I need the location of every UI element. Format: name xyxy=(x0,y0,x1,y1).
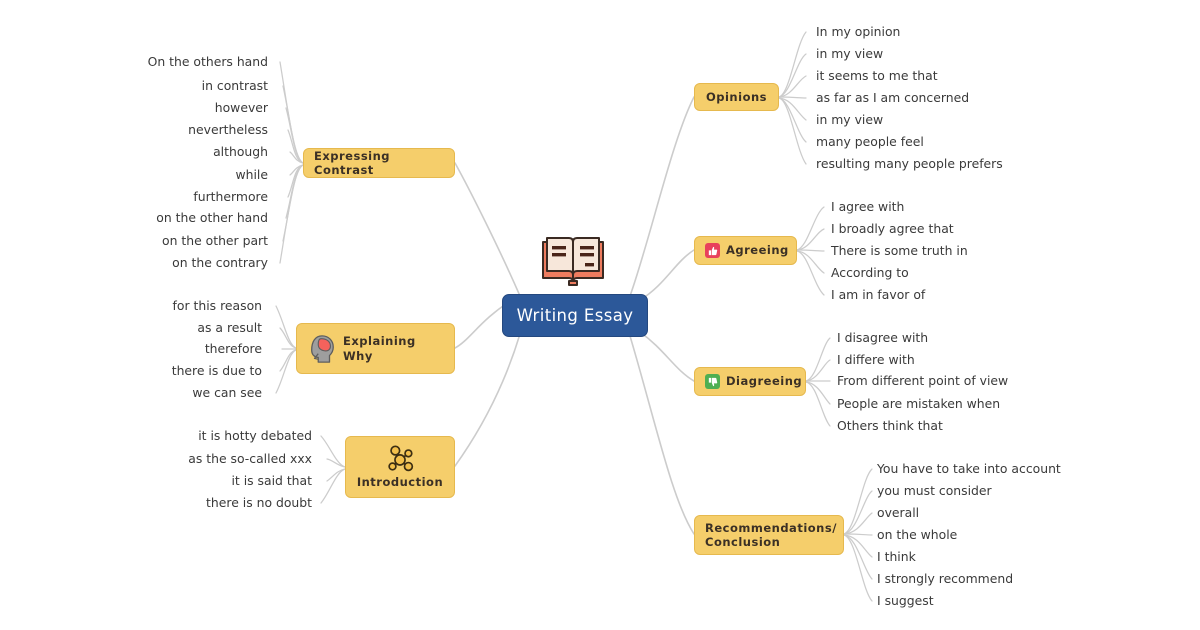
branch-node-agreeing[interactable]: Agreeing xyxy=(694,236,797,265)
leaf-item: it is hotty debated xyxy=(198,427,312,443)
leaf-item: You have to take into account xyxy=(877,460,1061,476)
leaf-item: you must consider xyxy=(877,482,992,498)
mindmap-canvas: Writing Essay Expressing Contrast On the… xyxy=(0,0,1200,630)
leaf-item: as a result xyxy=(197,319,262,335)
leaf-item: it is said that xyxy=(231,472,312,488)
thumbs-down-icon xyxy=(705,374,720,389)
leaf-item: therefore xyxy=(204,340,262,356)
leaf-item: I broadly agree that xyxy=(831,220,954,236)
branch-node-diagreeing[interactable]: Diagreeing xyxy=(694,367,806,396)
leaf-item: resulting many people prefers xyxy=(816,155,1003,171)
branch-node-expressing-contrast[interactable]: Expressing Contrast xyxy=(303,148,455,178)
branch-label-opinions: Opinions xyxy=(705,89,767,104)
branch-label-recommendations-conclusion: Recommendations/ Conclusion xyxy=(705,520,837,549)
edge-center-expressing-contrast xyxy=(454,162,521,297)
branch-label-explaining-why: Explaining Why xyxy=(343,334,416,363)
edge-center-recommendations-conclusion xyxy=(629,335,695,535)
leaf-item: On the others hand xyxy=(147,53,268,69)
edge-center-agreeing xyxy=(639,249,695,301)
branch-label-agreeing: Agreeing xyxy=(726,243,789,258)
branch-node-introduction[interactable]: Introduction xyxy=(345,436,455,498)
leaf-item: while xyxy=(235,166,269,182)
branch-node-recommendations-conclusion[interactable]: Recommendations/ Conclusion xyxy=(694,515,844,555)
leaf-item: although xyxy=(213,143,268,159)
leaf-item: I suggest xyxy=(877,592,934,608)
center-node-label: Writing Essay xyxy=(516,306,634,325)
brain-head-icon xyxy=(307,333,337,365)
leaf-item: on the other hand xyxy=(156,209,268,225)
leaf-item: According to xyxy=(831,264,909,280)
branch-node-explaining-why[interactable]: Explaining Why xyxy=(296,323,455,374)
leaf-item: as the so-called xxx xyxy=(188,450,312,466)
leaf-item: nevertheless xyxy=(188,121,268,137)
branch-label-diagreeing: Diagreeing xyxy=(726,374,803,389)
leaf-item: People are mistaken when xyxy=(837,395,1001,411)
center-node-writing-essay[interactable]: Writing Essay xyxy=(502,294,648,337)
edge-center-diagreeing xyxy=(639,331,695,382)
open-book-icon xyxy=(533,232,613,288)
branch-node-opinions[interactable]: Opinions xyxy=(694,83,779,111)
leaf-item: on the contrary xyxy=(172,254,268,270)
leaf-item: There is some truth in xyxy=(831,242,968,258)
leaf-item: many people feel xyxy=(816,133,924,149)
leaf-item: for this reason xyxy=(172,297,262,313)
leaf-item: I disagree with xyxy=(837,329,929,345)
leaf-item: I think xyxy=(877,548,916,564)
leaf-item: I agree with xyxy=(831,198,905,214)
leaf-item: there is no doubt xyxy=(206,494,312,510)
leaf-item: we can see xyxy=(192,384,262,400)
molecule-network-icon xyxy=(384,445,416,473)
leaf-item: in contrast xyxy=(201,77,268,93)
leaf-item: overall xyxy=(877,504,920,520)
leaf-item: I am in favor of xyxy=(831,286,926,302)
leaf-item: as far as I am concerned xyxy=(816,89,970,105)
leaf-item: there is due to xyxy=(171,362,262,378)
branch-label-introduction: Introduction xyxy=(356,474,444,489)
leaf-item: From different point of view xyxy=(837,372,1009,388)
leaf-item: furthermore xyxy=(193,188,268,204)
thumbs-up-icon xyxy=(705,243,720,258)
branch-label-expressing-contrast: Expressing Contrast xyxy=(314,148,391,177)
leaf-item: it seems to me that xyxy=(816,67,938,83)
leaf-item: in my view xyxy=(816,111,884,127)
leaf-item: on the other part xyxy=(161,232,268,248)
leaf-item: in my view xyxy=(816,45,884,61)
leaf-item: Others think that xyxy=(837,417,943,433)
leaf-item: In my opinion xyxy=(816,23,901,39)
leaf-item: however xyxy=(214,99,268,115)
edge-center-opinions xyxy=(629,96,695,297)
leaf-item: I strongly recommend xyxy=(877,570,1014,586)
leaf-item: I differe with xyxy=(837,351,915,367)
edge-center-introduction xyxy=(454,333,521,467)
leaf-item: on the whole xyxy=(877,526,958,542)
